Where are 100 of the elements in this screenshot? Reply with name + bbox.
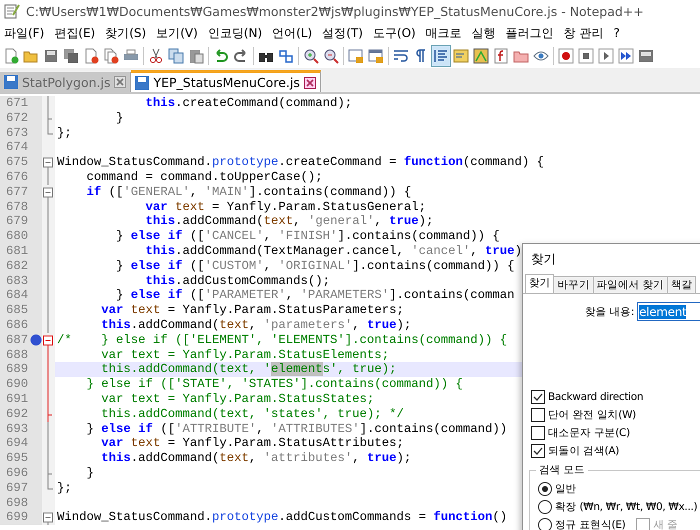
radio-label: 확장 (₩n, ₩r, ₩t, ₩0, ₩x...) — [555, 500, 698, 514]
fold-end-line — [48, 480, 54, 490]
menu-item[interactable]: 매크로 — [424, 24, 470, 42]
menu-item[interactable]: 창 관리 — [562, 24, 612, 42]
window-lock-icon — [348, 48, 364, 64]
fold-toggle-icon[interactable] — [43, 187, 53, 200]
option-label: 단어 완전 일치(W) — [548, 408, 636, 422]
line-number: 697 — [0, 480, 30, 496]
checkbox[interactable] — [531, 390, 545, 404]
menu-item[interactable]: 찾기(S) — [103, 24, 154, 42]
line-number: 674 — [0, 140, 30, 156]
fold-toggle-icon[interactable] — [43, 158, 53, 170]
new-file-icon — [3, 48, 19, 64]
menu-item[interactable]: 인코딩(N) — [206, 24, 270, 42]
checkbox[interactable] — [531, 426, 545, 440]
line-number: 698 — [0, 496, 30, 510]
code-line: } — [115, 110, 124, 126]
line-number: 699 — [0, 510, 30, 526]
dialog-tab[interactable]: 찾기 — [525, 274, 554, 293]
fold-end-line — [48, 126, 54, 134]
line-number: 686 — [0, 318, 30, 333]
line-number: 682 — [0, 258, 30, 274]
option-label: Backward direction — [548, 390, 644, 402]
code-line: Window_StatusCommand.prototype.addCustomCommands = function() — [56, 510, 508, 526]
code-line: var text = Yanfly.Param.StatusElements; — [100, 348, 390, 362]
find-input-field[interactable]: element — [637, 302, 700, 321]
save-all-icon — [63, 48, 79, 64]
menu-item[interactable]: 언어(L) — [270, 24, 320, 42]
line-number: 688 — [0, 348, 30, 362]
dialog-tab[interactable]: 책갈 — [666, 276, 696, 293]
menu-item[interactable]: 도구(O) — [370, 24, 424, 42]
radio-button[interactable] — [538, 500, 552, 514]
save-icon — [135, 76, 150, 90]
file-tab[interactable]: YEP_StatusMenuCore.js — [131, 70, 321, 92]
checkbox[interactable] — [531, 444, 545, 458]
function-list-icon — [493, 48, 509, 64]
line-number: 693 — [0, 422, 30, 436]
code-line: command = command.toUpperCase(); — [86, 170, 323, 185]
menu-item[interactable]: 편집(E) — [52, 24, 104, 42]
close-file-icon — [83, 48, 99, 64]
radio-button[interactable] — [538, 482, 552, 496]
radio-button[interactable] — [538, 518, 552, 530]
code-line: } else if (['CANCEL', 'FINISH'].contains(command)) { — [115, 229, 500, 244]
menu-item[interactable]: 설정(T) — [320, 24, 371, 42]
window-title: C:₩Users₩1₩Documents₩Games₩monster2₩js₩plugins₩YEP_StatusMenuCore.js - Notepad++ — [26, 4, 644, 18]
code-line: } else if (['CUSTOM', 'ORIGINAL'].contains(command)) { — [115, 258, 515, 274]
line-number: 671 — [0, 96, 30, 111]
zoom-out-icon — [323, 48, 339, 64]
close-icon[interactable] — [114, 76, 126, 88]
code-line: var text = Yanfly.Param.StatusStates; — [100, 392, 374, 407]
checkbox[interactable] — [636, 518, 650, 530]
option-label: 대소문자 구분(C) — [548, 426, 630, 440]
line-number: 676 — [0, 170, 30, 185]
menu-item[interactable]: 파일(F) — [2, 24, 52, 42]
bookmark-margin[interactable] — [30, 332, 42, 348]
find-label: 찾을 내용: — [585, 304, 634, 318]
group-title: 검색 모드 — [536, 463, 588, 477]
code-line: } else if (['STATE', 'STATES'].contains(command)) { — [86, 377, 463, 392]
line-number: 680 — [0, 229, 30, 244]
indent-guide-button[interactable] — [431, 45, 451, 67]
zoom-in-icon — [303, 48, 319, 64]
menu-item[interactable]: ? — [612, 26, 628, 40]
code-line: Window_StatusCommand.prototype.createCommand = function(command) { — [56, 155, 544, 170]
fold-toggle-icon[interactable] — [43, 335, 53, 348]
code-line: this.createCommand(command); — [144, 96, 352, 111]
line-number: 685 — [0, 303, 30, 318]
menu-item[interactable]: 플러그인 — [504, 24, 562, 42]
line-number: 695 — [0, 451, 30, 466]
checkbox[interactable] — [531, 408, 545, 422]
close-icon[interactable] — [304, 76, 316, 88]
code-line: var text = Yanfly.Param.StatusParameters; — [100, 303, 404, 318]
scissors-icon — [148, 48, 164, 64]
bookmark-icon — [30, 334, 42, 346]
close-all-icon — [103, 48, 119, 64]
indent-guide-icon — [433, 48, 449, 64]
code-line: this.addCustomCommands(); — [144, 274, 330, 288]
paste-icon — [188, 48, 204, 64]
fold-toggle-icon[interactable] — [43, 512, 53, 526]
line-number: 689 — [0, 362, 30, 378]
menu-item[interactable]: 실행 — [470, 24, 504, 42]
line-number: 692 — [0, 406, 30, 422]
tab-label: StatPolygon.js — [22, 74, 110, 90]
line-number: 696 — [0, 466, 30, 481]
line-number: 691 — [0, 392, 30, 407]
line-number: 675 — [0, 155, 30, 170]
code-line: }; — [56, 126, 72, 140]
code-line: this.addCommand(text, 'states', true); */ — [100, 406, 404, 422]
line-number: 672 — [0, 110, 30, 126]
line-number: 687 — [0, 332, 30, 348]
radio-label: 일반 — [555, 482, 576, 496]
menu-item[interactable]: 보기(V) — [154, 24, 206, 42]
document-icon — [453, 48, 469, 64]
dialog-tab[interactable]: 파일에서 찾기 — [592, 276, 668, 293]
dialog-tab[interactable]: 바꾸기 — [553, 276, 594, 293]
code-line: this.addCommand(text, 'elements', true); — [100, 362, 396, 378]
replace-icon — [278, 48, 294, 64]
stop-icon — [578, 48, 594, 64]
notepad-app-icon — [4, 3, 20, 19]
code-line: this.addCommand(text, 'attributes', true); — [100, 451, 412, 466]
play-icon — [598, 48, 614, 64]
